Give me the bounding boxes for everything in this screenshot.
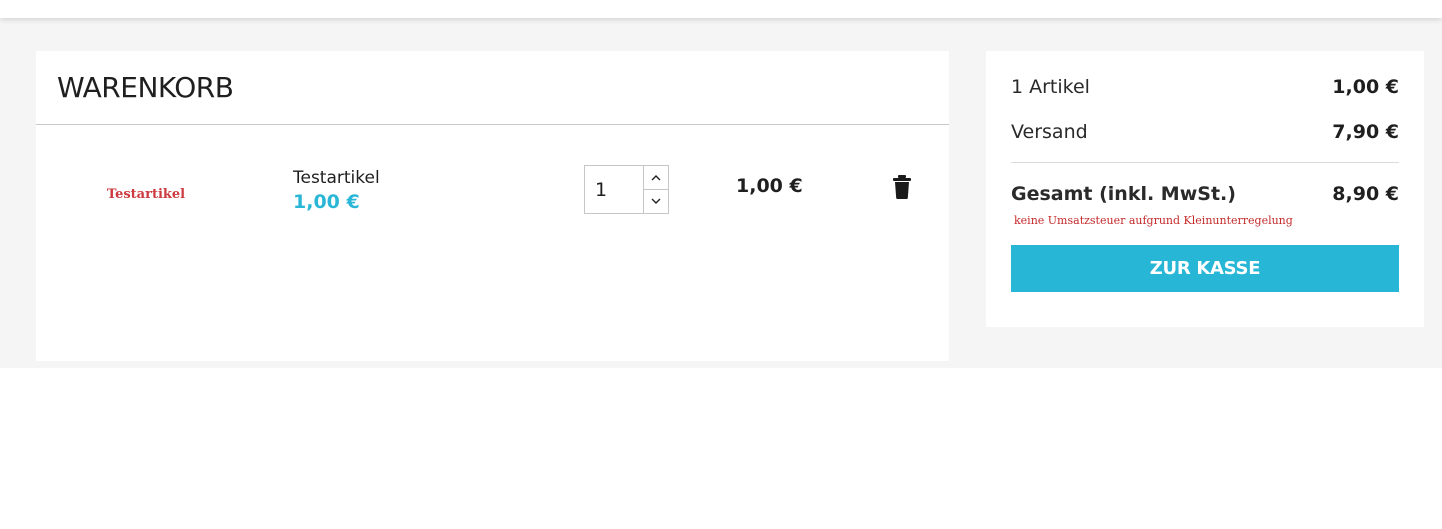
total-row: Gesamt (inkl. MwSt.) 8,90 € xyxy=(1011,183,1399,205)
product-name[interactable]: Testartikel xyxy=(293,168,380,188)
line-total: 1,00 € xyxy=(736,175,803,197)
product-unit-price: 1,00 € xyxy=(293,191,360,213)
chevron-up-icon xyxy=(651,175,661,181)
summary-divider xyxy=(1011,162,1399,163)
items-subtotal-row: 1 Artikel 1,00 € xyxy=(1011,76,1399,98)
order-summary-panel: 1 Artikel 1,00 € Versand 7,90 € Gesamt (… xyxy=(986,51,1424,327)
cart-panel: WARENKORB Testartikel Testartikel 1,00 €… xyxy=(36,51,949,361)
shipping-value: 7,90 € xyxy=(1332,121,1399,143)
cart-title: WARENKORB xyxy=(57,71,234,104)
quantity-increase-button[interactable] xyxy=(643,166,668,190)
quantity-input[interactable] xyxy=(585,166,643,213)
total-value: 8,90 € xyxy=(1332,183,1399,205)
trash-icon xyxy=(893,175,911,199)
quantity-decrease-button[interactable] xyxy=(643,190,668,213)
tax-note: keine Umsatzsteuer aufgrund Kleinunterre… xyxy=(1014,214,1293,227)
chevron-down-icon xyxy=(651,198,661,204)
product-image-text: Testartikel xyxy=(106,186,186,202)
total-label: Gesamt (inkl. MwSt.) xyxy=(1011,183,1236,205)
checkout-button[interactable]: ZUR KASSE xyxy=(1011,245,1399,292)
items-subtotal-value: 1,00 € xyxy=(1332,76,1399,98)
quantity-stepper xyxy=(584,165,669,214)
partially-visible-icon xyxy=(1002,364,1032,370)
product-image[interactable]: Testartikel xyxy=(76,169,216,219)
top-header-bar xyxy=(0,0,1442,18)
delete-item-button[interactable] xyxy=(891,174,913,200)
shipping-label: Versand xyxy=(1011,121,1088,143)
items-count-label: 1 Artikel xyxy=(1011,76,1090,98)
shipping-row: Versand 7,90 € xyxy=(1011,121,1399,143)
cart-divider xyxy=(36,124,949,125)
